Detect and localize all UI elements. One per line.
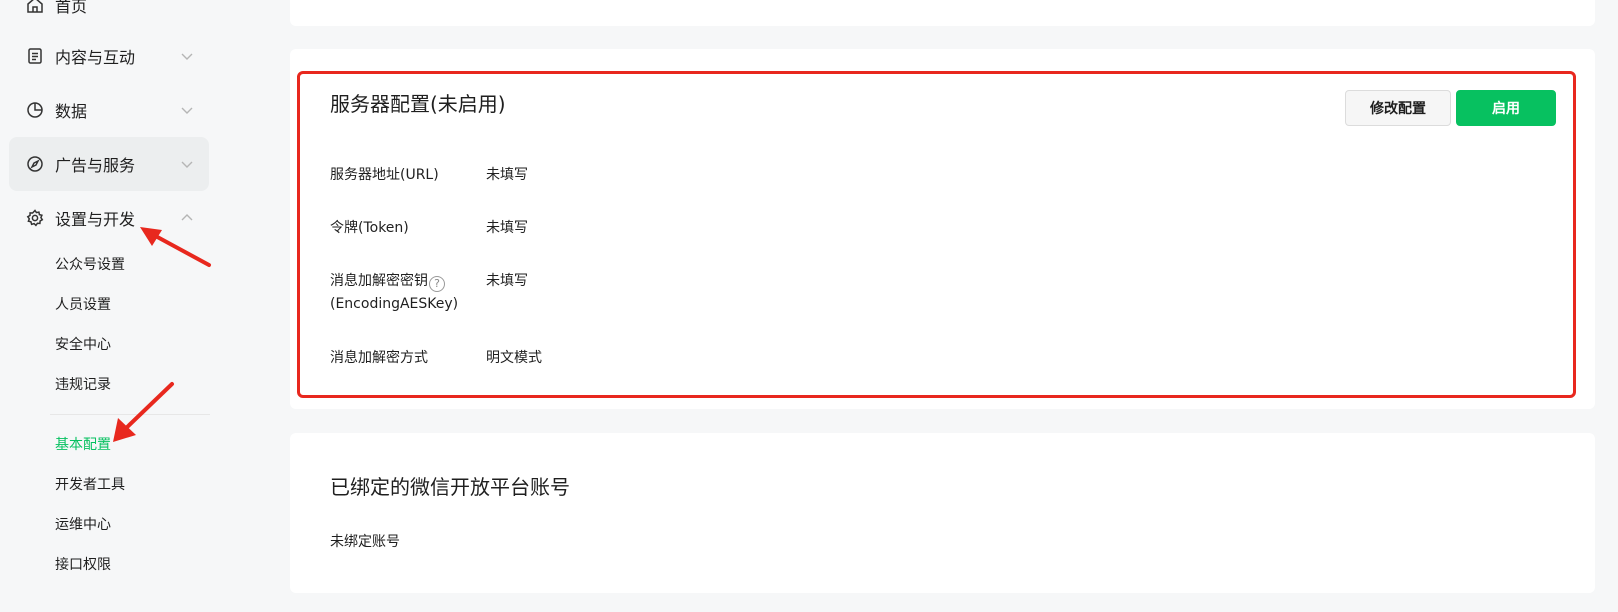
sidebar-subitem-api-permissions[interactable]: 接口权限 [55,555,111,575]
token-value: 未填写 [486,220,528,236]
sidebar-item-label: 内容与互动 [55,48,136,67]
sidebar-item-content-interaction[interactable]: 内容与互动 [9,29,209,83]
sidebar-item-label: 设置与开发 [55,210,136,229]
sidebar-item-data[interactable]: 数据 [9,83,209,137]
chevron-down-icon [177,100,197,120]
server-url-label: 服务器地址(URL) [330,167,439,183]
bound-accounts-empty-text: 未绑定账号 [330,534,400,550]
bound-accounts-card [290,433,1595,593]
aes-key-label-line2: (EncodingAESKey) [330,296,459,312]
gear-icon [25,208,45,228]
top-card [290,0,1595,26]
enable-button[interactable]: 启用 [1456,90,1556,126]
sidebar-item-label: 首页 [55,0,88,16]
document-icon [25,46,45,66]
server-url-value: 未填写 [486,167,528,183]
aes-key-value: 未填写 [486,273,528,289]
sidebar-subitem-account-settings[interactable]: 公众号设置 [55,255,125,275]
sidebar-subitem-staff-settings[interactable]: 人员设置 [55,295,111,315]
sidebar-subitem-developer-tools[interactable]: 开发者工具 [55,475,125,495]
chevron-up-icon [177,208,197,228]
sidebar-item-settings-development[interactable]: 设置与开发 [9,191,209,245]
sidebar-item-label: 广告与服务 [55,156,136,175]
sidebar-item-label: 数据 [55,102,88,121]
chevron-down-icon [177,46,197,66]
sidebar-item-home[interactable]: 首页 [9,0,209,32]
help-icon[interactable]: ? [429,275,445,292]
pie-chart-icon [25,100,45,120]
encryption-mode-label: 消息加解密方式 [330,350,428,366]
server-config-title: 服务器配置(未启用) [330,92,506,116]
token-label: 令牌(Token) [330,220,409,236]
chevron-down-icon [177,154,197,174]
compass-icon [25,154,45,174]
sidebar-item-ads-services[interactable]: 广告与服务 [9,137,209,191]
aes-key-label-line1: 消息加解密密钥 [330,273,428,289]
sidebar-subitem-security-center[interactable]: 安全中心 [55,335,111,355]
sidebar-subitem-violation-records[interactable]: 违规记录 [55,375,111,395]
home-icon [25,0,45,15]
sidebar-subitem-ops-center[interactable]: 运维中心 [55,515,111,535]
sidebar-subitem-basic-config[interactable]: 基本配置 [55,435,111,455]
encryption-mode-value: 明文模式 [486,350,542,366]
sidebar-divider [50,414,210,415]
sidebar: 首页 内容与互动 数据 广告与服务 设置与开发 公众号设置 人员设置 安全中心 … [0,0,222,612]
bound-accounts-title: 已绑定的微信开放平台账号 [330,475,570,499]
modify-config-button[interactable]: 修改配置 [1345,90,1451,126]
aes-key-label: 消息加解密密钥? [330,270,445,293]
